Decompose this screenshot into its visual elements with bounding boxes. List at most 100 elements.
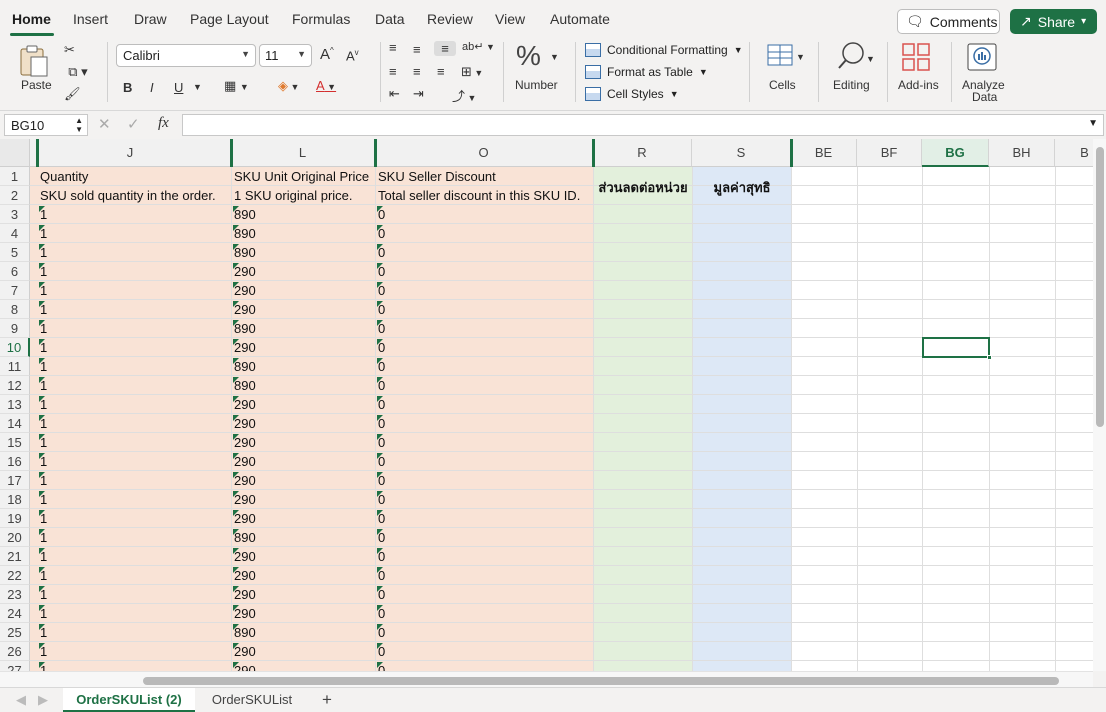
tab-draw[interactable]: Draw [134, 11, 167, 27]
number-as-text-flag-icon[interactable] [233, 548, 239, 554]
number-as-text-flag-icon[interactable] [377, 624, 383, 630]
row-header[interactable]: 12 [0, 376, 30, 395]
column-header-r[interactable]: R [593, 139, 692, 167]
number-as-text-flag-icon[interactable] [39, 643, 45, 649]
number-as-text-flag-icon[interactable] [39, 472, 45, 478]
row-header[interactable]: 26 [0, 642, 30, 661]
header-net-value[interactable]: มูลค่าสุทธิ [692, 177, 792, 198]
font-size-select[interactable]: 11 ▼ [259, 44, 312, 67]
number-as-text-flag-icon[interactable] [233, 434, 239, 440]
horizontal-scroll-thumb[interactable] [143, 677, 1059, 685]
number-as-text-flag-icon[interactable] [39, 510, 45, 516]
row-header[interactable]: 15 [0, 433, 30, 452]
align-top-icon[interactable]: ≡ [389, 40, 397, 55]
row-header[interactable]: 19 [0, 509, 30, 528]
grow-font-button[interactable]: A^ [320, 46, 334, 63]
number-as-text-flag-icon[interactable] [233, 510, 239, 516]
number-as-text-flag-icon[interactable] [233, 662, 239, 668]
row-header[interactable]: 10 [0, 338, 30, 357]
number-as-text-flag-icon[interactable] [377, 548, 383, 554]
number-as-text-flag-icon[interactable] [377, 225, 383, 231]
percent-icon[interactable]: % [516, 40, 541, 72]
vertical-scrollbar[interactable] [1093, 139, 1106, 671]
cells-label[interactable]: Cells [769, 78, 796, 92]
chevron-down-icon[interactable]: ▼ [1088, 118, 1098, 129]
number-as-text-flag-icon[interactable] [39, 206, 45, 212]
number-as-text-flag-icon[interactable] [233, 605, 239, 611]
align-left-icon[interactable]: ≡ [389, 64, 397, 79]
name-box[interactable]: BG10 ▲ ▼ [4, 114, 88, 136]
addins-label[interactable]: Add-ins [898, 78, 939, 92]
tab-view[interactable]: View [495, 11, 525, 27]
number-as-text-flag-icon[interactable] [39, 434, 45, 440]
number-as-text-flag-icon[interactable] [377, 377, 383, 383]
hidden-columns-marker[interactable] [790, 139, 793, 167]
row-header[interactable]: 17 [0, 471, 30, 490]
number-as-text-flag-icon[interactable] [377, 643, 383, 649]
column-header-bg[interactable]: BG [922, 139, 989, 167]
number-label[interactable]: Number [515, 78, 558, 92]
number-as-text-flag-icon[interactable] [377, 301, 383, 307]
number-as-text-flag-icon[interactable] [39, 491, 45, 497]
row-header[interactable]: 14 [0, 414, 30, 433]
number-as-text-flag-icon[interactable] [39, 282, 45, 288]
chevron-down-icon[interactable]: ▼ [193, 82, 202, 92]
number-as-text-flag-icon[interactable] [233, 453, 239, 459]
tab-automate[interactable]: Automate [550, 11, 610, 27]
stepper-icon[interactable]: ▲ ▼ [75, 116, 83, 134]
prev-sheet-icon[interactable]: ◀ [10, 688, 32, 712]
selected-cell-bg10[interactable] [922, 337, 990, 358]
decrease-indent-icon[interactable]: ⇤ [389, 86, 400, 102]
row-header[interactable]: 22 [0, 566, 30, 585]
wrap-text-icon[interactable]: ab↵ ▼ [462, 40, 495, 53]
number-as-text-flag-icon[interactable] [233, 301, 239, 307]
sheet-tab-ordersku[interactable]: OrderSKUList [197, 688, 307, 712]
row-header[interactable]: 16 [0, 452, 30, 471]
confirm-icon[interactable]: ✓ [127, 115, 140, 133]
number-as-text-flag-icon[interactable] [233, 282, 239, 288]
cell-styles-button[interactable]: Cell Styles ▼ [585, 87, 679, 101]
number-as-text-flag-icon[interactable] [233, 339, 239, 345]
align-right-icon[interactable]: ≡ [437, 64, 445, 79]
font-name-select[interactable]: Calibri ▼ [116, 44, 256, 67]
number-as-text-flag-icon[interactable] [39, 244, 45, 250]
number-as-text-flag-icon[interactable] [377, 586, 383, 592]
column-header-be[interactable]: BE [791, 139, 857, 167]
number-as-text-flag-icon[interactable] [39, 529, 45, 535]
align-middle-icon[interactable]: ≡ [413, 42, 421, 57]
next-sheet-icon[interactable]: ▶ [32, 688, 54, 712]
hidden-columns-marker[interactable] [374, 139, 377, 167]
number-as-text-flag-icon[interactable] [377, 263, 383, 269]
sheet-tab-ordersku-2[interactable]: OrderSKUList (2) [63, 688, 195, 712]
header-unit-price[interactable]: SKU Unit Original Price [234, 167, 369, 186]
format-painter-icon[interactable]: 🖌 [64, 86, 81, 102]
number-as-text-flag-icon[interactable] [233, 320, 239, 326]
number-as-text-flag-icon[interactable] [233, 586, 239, 592]
cells-button[interactable]: ▼ [762, 42, 805, 73]
number-as-text-flag-icon[interactable] [377, 472, 383, 478]
number-as-text-flag-icon[interactable] [377, 662, 383, 668]
number-as-text-flag-icon[interactable] [39, 662, 45, 668]
italic-button[interactable]: I [150, 80, 154, 95]
column-header-o[interactable]: O [375, 139, 593, 167]
comments-button[interactable]: 🗨 Comments [897, 9, 1000, 34]
number-as-text-flag-icon[interactable] [39, 453, 45, 459]
desc-seller-discount[interactable]: Total seller discount in this SKU ID. [378, 186, 580, 205]
number-as-text-flag-icon[interactable] [233, 225, 239, 231]
formula-input[interactable]: ▼ [182, 114, 1104, 136]
share-button[interactable]: ↗ Share ▾ [1010, 9, 1097, 34]
row-header[interactable]: 23 [0, 585, 30, 604]
number-as-text-flag-icon[interactable] [377, 206, 383, 212]
number-as-text-flag-icon[interactable] [377, 415, 383, 421]
row-header[interactable]: 7 [0, 281, 30, 300]
column-header-j[interactable]: J [30, 139, 231, 167]
header-quantity[interactable]: Quantity [40, 167, 88, 186]
tab-insert[interactable]: Insert [73, 11, 108, 27]
select-all-corner[interactable] [0, 139, 30, 167]
row-header[interactable]: 4 [0, 224, 30, 243]
align-center-icon[interactable]: ≡ [413, 64, 421, 79]
number-as-text-flag-icon[interactable] [233, 624, 239, 630]
column-header-b[interactable]: B [1055, 139, 1093, 167]
row-header[interactable]: 27 [0, 661, 30, 671]
row-header[interactable]: 3 [0, 205, 30, 224]
